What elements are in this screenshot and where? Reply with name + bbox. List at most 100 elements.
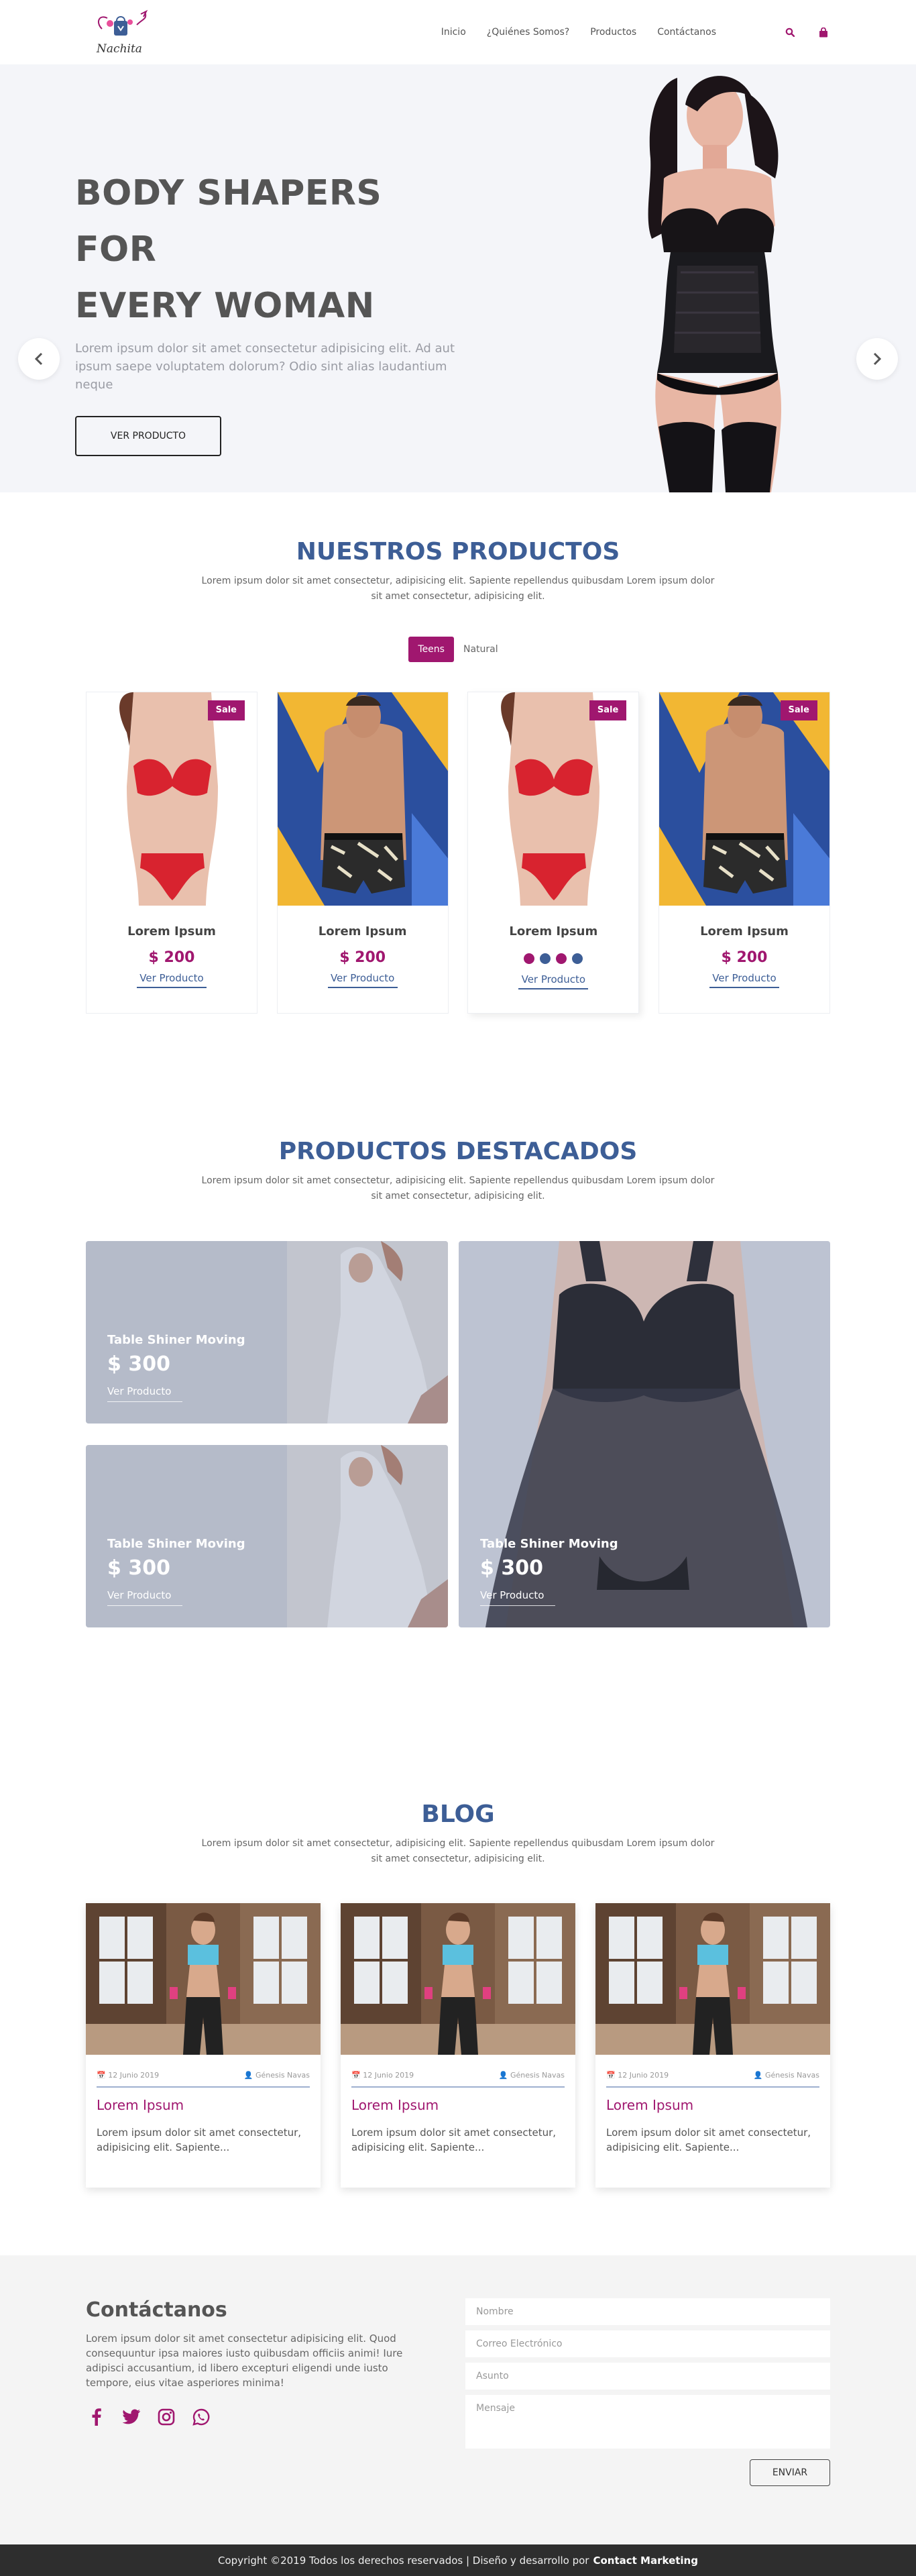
site-header: Nachita Inicio ¿Quiénes Somos? Productos… xyxy=(0,0,916,64)
hero-description: Lorem ipsum dolor sit amet consectetur a… xyxy=(75,341,455,392)
featured-grid: Table Shiner Moving $ 300 Ver Producto T… xyxy=(86,1241,830,1627)
tab-natural[interactable]: Natural xyxy=(454,637,508,662)
ver-producto-link[interactable]: Ver Producto xyxy=(468,973,638,989)
product-image[interactable]: Sale xyxy=(468,692,639,906)
subject-field[interactable]: Asunto xyxy=(465,2363,830,2390)
featured-section: PRODUCTOS DESTACADOS Lorem ipsum dolor s… xyxy=(0,1130,916,1801)
facebook-icon[interactable] xyxy=(86,2406,107,2428)
featured-name: Table Shiner Moving xyxy=(107,1333,245,1347)
hero-title-line-1: BODY SHAPERS FOR xyxy=(75,173,382,270)
nav-item-inicio[interactable]: Inicio xyxy=(441,27,466,38)
product-image[interactable] xyxy=(277,692,448,906)
twitter-icon[interactable] xyxy=(121,2406,142,2428)
product-image[interactable]: Sale xyxy=(87,692,257,906)
blog-post-image[interactable] xyxy=(595,1903,830,2055)
ver-producto-label: Ver Producto xyxy=(327,972,398,988)
blog-post-card[interactable]: 📅 12 Junio 2019 👤 Génesis Navas Lorem Ip… xyxy=(86,1903,321,2188)
post-title[interactable]: Lorem Ipsum xyxy=(606,2097,819,2113)
post-author: 👤 Génesis Navas xyxy=(753,2071,819,2080)
post-author-text: Génesis Navas xyxy=(255,2071,310,2080)
whatsapp-icon[interactable] xyxy=(190,2406,212,2428)
post-date: 📅 12 Junio 2019 xyxy=(97,2071,160,2080)
color-swatch[interactable] xyxy=(524,953,535,964)
blog-post-image[interactable] xyxy=(86,1903,321,2055)
product-card[interactable]: Sale Lorem Ipsum $ 200 Ver Producto xyxy=(86,692,257,1014)
post-title[interactable]: Lorem Ipsum xyxy=(351,2097,565,2113)
brand-logo[interactable]: Nachita xyxy=(86,3,153,62)
post-title[interactable]: Lorem Ipsum xyxy=(97,2097,310,2113)
product-name: Lorem Ipsum xyxy=(509,924,598,938)
slider-next-button[interactable] xyxy=(856,338,898,380)
chevron-right-icon xyxy=(873,352,882,366)
ver-producto-link[interactable]: Ver Producto xyxy=(278,972,448,988)
featured-card[interactable]: Table Shiner Moving $ 300 Ver Producto xyxy=(86,1241,448,1424)
contact-form: Nombre Correo Electrónico Asunto Mensaje… xyxy=(465,2298,830,2486)
sale-badge: Sale xyxy=(780,700,817,720)
post-date: 📅 12 Junio 2019 xyxy=(351,2071,414,2080)
message-field[interactable]: Mensaje xyxy=(465,2395,830,2449)
shopping-bag-icon[interactable] xyxy=(817,25,830,39)
hero-model-image xyxy=(648,76,782,492)
contact-text: Lorem ipsum dolor sit amet consectetur a… xyxy=(86,2332,403,2389)
logo-mark-icon xyxy=(97,9,148,36)
section-title: BLOG xyxy=(421,1801,495,1828)
sale-badge: Sale xyxy=(207,700,245,720)
products-section: NUESTROS PRODUCTOS Lorem ipsum dolor sit… xyxy=(0,492,916,1130)
post-date-text: 12 Junio 2019 xyxy=(363,2071,414,2080)
color-swatch[interactable] xyxy=(540,953,551,964)
search-icon[interactable] xyxy=(783,25,797,39)
featured-name: Table Shiner Moving xyxy=(480,1537,618,1551)
color-swatches xyxy=(468,953,638,971)
color-swatch[interactable] xyxy=(572,953,583,964)
blog-post-card[interactable]: 📅 12 Junio 2019 👤 Génesis Navas Lorem Ip… xyxy=(595,1903,830,2188)
product-price: $ 200 xyxy=(339,949,386,966)
post-date-text: 12 Junio 2019 xyxy=(108,2071,160,2080)
ver-producto-link[interactable]: Ver Producto xyxy=(107,1589,182,1606)
post-meta: 📅 12 Junio 2019 👤 Génesis Navas xyxy=(606,2071,819,2088)
blog-post-card[interactable]: 📅 12 Junio 2019 👤 Génesis Navas Lorem Ip… xyxy=(341,1903,575,2188)
ver-producto-label: Ver Producto xyxy=(518,973,589,989)
site-footer: Copyright ©2019 Todos los derechos reser… xyxy=(0,2544,916,2576)
product-name: Lorem Ipsum xyxy=(318,924,407,938)
ver-producto-link[interactable]: Ver Producto xyxy=(107,1385,182,1402)
product-name: Lorem Ipsum xyxy=(127,924,216,938)
product-card[interactable]: Sale Lorem Ipsum Ver Producto xyxy=(467,692,640,1014)
nav-item-quienes-somos[interactable]: ¿Quiénes Somos? xyxy=(487,27,569,38)
featured-card[interactable]: Table Shiner Moving $ 300 Ver Producto xyxy=(459,1241,830,1627)
product-image[interactable]: Sale xyxy=(659,692,829,906)
product-card[interactable]: Lorem Ipsum $ 200 Ver Producto xyxy=(276,692,449,1014)
blog-post-image[interactable] xyxy=(341,1903,575,2055)
product-price: $ 200 xyxy=(721,949,768,966)
product-card[interactable]: Sale Lorem Ipsum $ 200 Ver Producto xyxy=(658,692,830,1014)
post-author-text: Génesis Navas xyxy=(510,2071,565,2080)
section-subtitle: Lorem ipsum dolor sit amet consectetur, … xyxy=(201,1838,715,1864)
blog-section: BLOG Lorem ipsum dolor sit amet consecte… xyxy=(0,1801,916,2255)
name-field[interactable]: Nombre xyxy=(465,2298,830,2325)
brand-name: Nachita xyxy=(97,42,142,56)
contact-title: Contáctanos xyxy=(86,2298,227,2322)
post-excerpt: Lorem ipsum dolor sit amet consectetur, … xyxy=(97,2127,302,2153)
ver-producto-link[interactable]: Ver Producto xyxy=(659,972,829,988)
section-subtitle: Lorem ipsum dolor sit amet consectetur, … xyxy=(201,576,715,602)
nav-item-productos[interactable]: Productos xyxy=(590,27,636,38)
tab-teens[interactable]: Teens xyxy=(408,637,454,662)
nav-item-contactanos[interactable]: Contáctanos xyxy=(657,27,716,38)
footer-credit-link[interactable]: Contact Marketing xyxy=(593,2555,698,2567)
color-swatch[interactable] xyxy=(556,953,567,964)
contact-section: Contáctanos Lorem ipsum dolor sit amet c… xyxy=(0,2255,916,2544)
post-meta: 📅 12 Junio 2019 👤 Génesis Navas xyxy=(97,2071,310,2088)
main-nav: Inicio ¿Quiénes Somos? Productos Contáct… xyxy=(420,25,830,39)
post-meta: 📅 12 Junio 2019 👤 Génesis Navas xyxy=(351,2071,565,2088)
post-author: 👤 Génesis Navas xyxy=(243,2071,310,2080)
ver-producto-label: Ver Producto xyxy=(709,972,779,988)
email-field[interactable]: Correo Electrónico xyxy=(465,2330,830,2357)
ver-producto-link[interactable]: Ver Producto xyxy=(87,972,257,988)
featured-card[interactable]: Table Shiner Moving $ 300 Ver Producto xyxy=(86,1445,448,1627)
ver-producto-button[interactable]: VER PRODUCTO xyxy=(75,416,221,456)
post-author: 👤 Génesis Navas xyxy=(498,2071,565,2080)
slider-prev-button[interactable] xyxy=(18,338,60,380)
sale-badge: Sale xyxy=(589,700,627,720)
ver-producto-link[interactable]: Ver Producto xyxy=(480,1589,555,1606)
enviar-button[interactable]: ENVIAR xyxy=(750,2459,830,2486)
instagram-icon[interactable] xyxy=(156,2406,177,2428)
